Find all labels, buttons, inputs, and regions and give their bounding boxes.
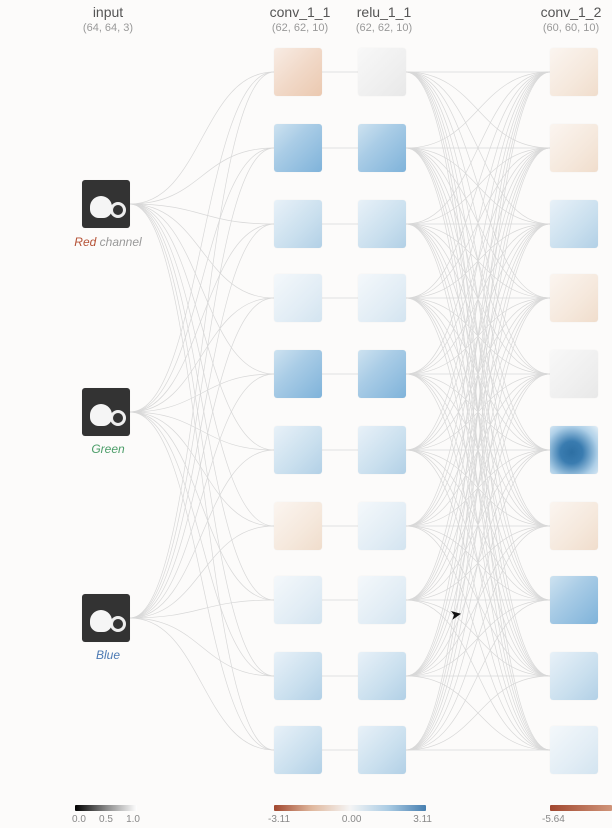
column-shape: (64, 64, 3) xyxy=(68,22,148,34)
tick: 1.0 xyxy=(126,814,140,825)
relu-feature-8 xyxy=(358,652,406,700)
conv12-feature-5 xyxy=(550,426,598,474)
relu-feature-7 xyxy=(358,576,406,624)
column-title: conv_1_2 xyxy=(526,4,612,20)
conv11-feature-7 xyxy=(274,576,322,624)
conv11-feature-2 xyxy=(274,200,322,248)
column-header-conv11: conv_1_1 (62, 62, 10) xyxy=(260,4,340,34)
colorbar-grayscale xyxy=(75,805,137,811)
conv11-feature-8 xyxy=(274,652,322,700)
conv12-feature-0 xyxy=(550,48,598,96)
conv12-feature-4 xyxy=(550,350,598,398)
relu-feature-9 xyxy=(358,726,406,774)
conv12-feature-7 xyxy=(550,576,598,624)
conv11-feature-5 xyxy=(274,426,322,474)
column-shape: (60, 60, 10) xyxy=(526,22,612,34)
conv11-feature-0 xyxy=(274,48,322,96)
conv11-feature-1 xyxy=(274,124,322,172)
conv12-feature-6 xyxy=(550,502,598,550)
input-channel-green-thumb xyxy=(82,388,130,436)
input-channel-red-thumb xyxy=(82,180,130,228)
conv12-feature-8 xyxy=(550,652,598,700)
conv12-feature-1 xyxy=(550,124,598,172)
tick: 3.11 xyxy=(413,814,432,825)
tick: -3.11 xyxy=(268,814,290,825)
conv12-feature-9 xyxy=(550,726,598,774)
column-header-conv12: conv_1_2 (60, 60, 10) xyxy=(526,4,612,34)
cursor-icon: ➤ xyxy=(449,605,464,624)
column-title: relu_1_1 xyxy=(344,4,424,20)
relu-feature-2 xyxy=(358,200,406,248)
label-suffix: channel xyxy=(96,235,141,249)
colorbar-right-ticks: -5.64 xyxy=(542,814,582,825)
colorbar-grayscale-ticks: 0.0 0.5 1.0 xyxy=(72,814,140,825)
tick: -5.64 xyxy=(542,814,565,825)
relu-feature-5 xyxy=(358,426,406,474)
relu-feature-0 xyxy=(358,48,406,96)
conv11-feature-3 xyxy=(274,274,322,322)
colorbar-right xyxy=(550,805,612,811)
column-header-relu: relu_1_1 (62, 62, 10) xyxy=(344,4,424,34)
colorbar-diverging-ticks: -3.11 0.00 3.11 xyxy=(268,814,432,825)
column-header-input: input (64, 64, 3) xyxy=(68,4,148,34)
label-red: Red xyxy=(74,235,96,249)
column-title: conv_1_1 xyxy=(260,4,340,20)
conv12-feature-2 xyxy=(550,200,598,248)
relu-feature-6 xyxy=(358,502,406,550)
input-channel-blue-thumb xyxy=(82,594,130,642)
relu-feature-1 xyxy=(358,124,406,172)
colorbar-diverging xyxy=(274,805,426,811)
column-shape: (62, 62, 10) xyxy=(344,22,424,34)
tick: 0.0 xyxy=(72,814,86,825)
tick: 0.5 xyxy=(99,814,113,825)
conv11-feature-9 xyxy=(274,726,322,774)
conv12-feature-3 xyxy=(550,274,598,322)
relu-feature-4 xyxy=(358,350,406,398)
column-title: input xyxy=(68,4,148,20)
conv11-feature-4 xyxy=(274,350,322,398)
input-channel-blue-label: Blue xyxy=(68,648,148,662)
column-shape: (62, 62, 10) xyxy=(260,22,340,34)
conv11-feature-6 xyxy=(274,502,322,550)
tick: 0.00 xyxy=(342,814,361,825)
relu-feature-3 xyxy=(358,274,406,322)
input-channel-red-label: Red channel xyxy=(68,235,148,249)
input-channel-green-label: Green xyxy=(68,442,148,456)
